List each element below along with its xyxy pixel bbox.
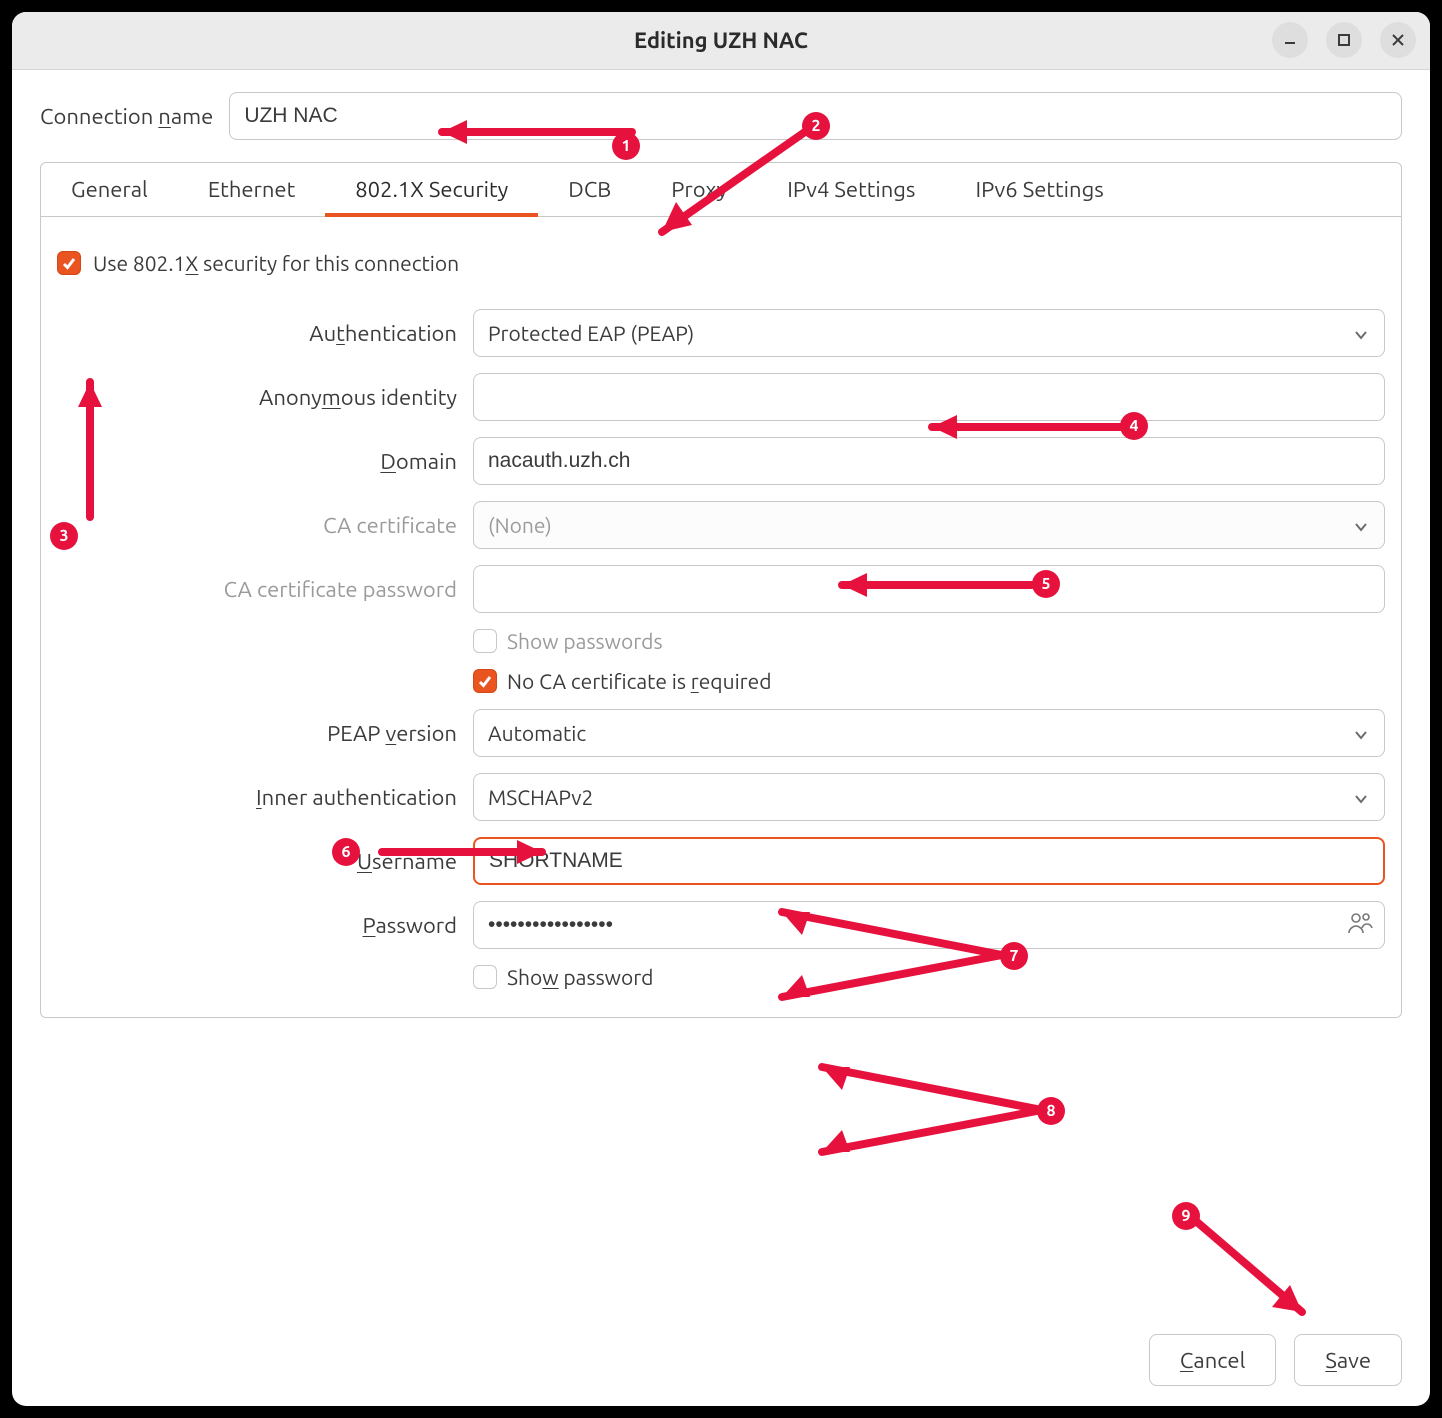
domain-label: Domain	[380, 449, 457, 474]
chevron-down-icon	[1352, 724, 1370, 742]
authentication-dropdown[interactable]: Protected EAP (PEAP)	[473, 309, 1385, 357]
maximize-icon	[1336, 32, 1352, 48]
tab-proxy[interactable]: Proxy	[641, 163, 757, 216]
tab-bar: General Ethernet 802.1X Security DCB Pro…	[41, 163, 1401, 217]
show-passwords-row: Show passwords	[473, 629, 1385, 653]
checkmark-icon	[477, 673, 493, 689]
tab-ipv6-settings[interactable]: IPv6 Settings	[945, 163, 1133, 216]
use-8021x-label: Use 802.1X security for this connection	[93, 251, 459, 275]
tab-ipv4-settings[interactable]: IPv4 Settings	[757, 163, 945, 216]
chevron-down-icon	[1352, 516, 1370, 534]
dialog-body: Connection name General Ethernet 802.1X …	[12, 70, 1430, 1018]
use-8021x-checkbox[interactable]	[57, 251, 81, 275]
chevron-down-icon	[1352, 788, 1370, 806]
password-wrap	[473, 901, 1385, 949]
8021x-form: Authentication Protected EAP (PEAP) Anon…	[57, 309, 1385, 989]
username-input[interactable]	[473, 837, 1385, 885]
save-button[interactable]: Save	[1294, 1334, 1402, 1386]
annotation-arrow-9	[1187, 1212, 1337, 1337]
connection-name-row: Connection name	[40, 92, 1402, 140]
close-button[interactable]	[1380, 22, 1416, 58]
username-label: Username	[357, 849, 457, 874]
peap-version-dropdown[interactable]: Automatic	[473, 709, 1385, 757]
ca-cert-value: (None)	[488, 513, 552, 537]
show-passwords-checkbox[interactable]	[473, 629, 497, 653]
show-passwords-label: Show passwords	[507, 629, 663, 653]
show-password-label: Show password	[507, 965, 653, 989]
show-password-checkbox[interactable]	[473, 965, 497, 989]
connection-name-label: Connection name	[40, 104, 213, 129]
connection-name-input[interactable]	[229, 92, 1402, 140]
ca-cert-pw-input[interactable]	[473, 565, 1385, 613]
maximize-button[interactable]	[1326, 22, 1362, 58]
ca-cert-dropdown[interactable]: (None)	[473, 501, 1385, 549]
cancel-button[interactable]: Cancel	[1149, 1334, 1276, 1386]
chevron-down-icon	[1352, 324, 1370, 342]
tab-container: General Ethernet 802.1X Security DCB Pro…	[40, 162, 1402, 1018]
annotation-arrow-8	[792, 1052, 1072, 1172]
ca-cert-pw-label: CA certificate password	[224, 577, 457, 602]
tab-ethernet[interactable]: Ethernet	[178, 163, 325, 216]
no-ca-required-row: No CA certificate is required	[473, 669, 1385, 693]
network-connection-editor-window: Editing UZH NAC Connection name General	[12, 12, 1430, 1406]
annotation-badge-8: 8	[1037, 1097, 1065, 1125]
anon-identity-label: Anonymous identity	[259, 385, 457, 410]
minimize-icon	[1282, 32, 1298, 48]
no-ca-required-checkbox[interactable]	[473, 669, 497, 693]
peap-version-label: PEAP version	[327, 721, 457, 746]
ca-cert-label: CA certificate	[323, 513, 457, 538]
annotation-badge-9: 9	[1172, 1202, 1200, 1230]
password-label: Password	[363, 913, 457, 938]
password-users-icon[interactable]	[1347, 910, 1373, 940]
tab-general[interactable]: General	[41, 163, 178, 216]
peap-version-value: Automatic	[488, 721, 586, 745]
use-8021x-row: Use 802.1X security for this connection	[57, 251, 1385, 275]
inner-auth-value: MSCHAPv2	[488, 785, 593, 809]
inner-auth-label: Inner authentication	[256, 785, 457, 810]
tab-dcb[interactable]: DCB	[538, 163, 641, 216]
titlebar: Editing UZH NAC	[12, 12, 1430, 70]
inner-auth-dropdown[interactable]: MSCHAPv2	[473, 773, 1385, 821]
window-title: Editing UZH NAC	[634, 28, 808, 53]
checkmark-icon	[61, 255, 77, 271]
anon-identity-input[interactable]	[473, 373, 1385, 421]
close-icon	[1390, 32, 1406, 48]
domain-input[interactable]	[473, 437, 1385, 485]
tab-8021x-security[interactable]: 802.1X Security	[325, 163, 538, 216]
authentication-label: Authentication	[309, 321, 457, 346]
dialog-footer: Cancel Save	[1149, 1334, 1402, 1386]
password-input[interactable]	[473, 901, 1385, 949]
minimize-button[interactable]	[1272, 22, 1308, 58]
authentication-value: Protected EAP (PEAP)	[488, 321, 694, 345]
show-password-row: Show password	[473, 965, 1385, 989]
window-controls	[1272, 22, 1416, 58]
tab-content-8021x: Use 802.1X security for this connection …	[41, 217, 1401, 1017]
no-ca-required-label: No CA certificate is required	[507, 669, 772, 693]
